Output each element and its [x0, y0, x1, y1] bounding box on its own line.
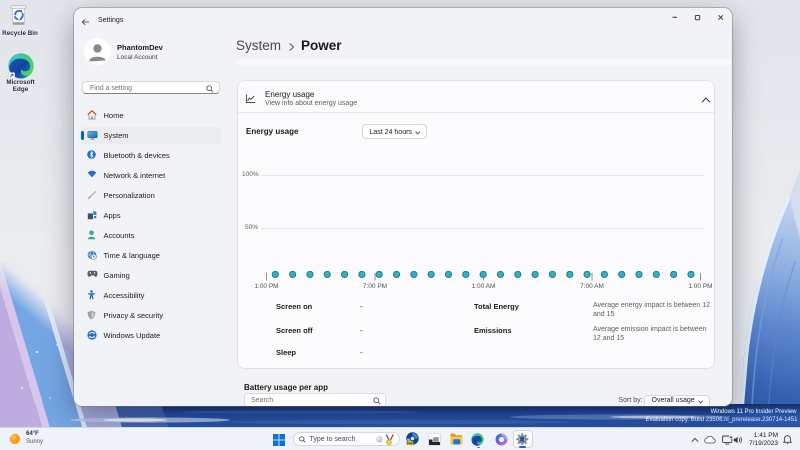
svg-text:PRE: PRE [407, 442, 413, 446]
